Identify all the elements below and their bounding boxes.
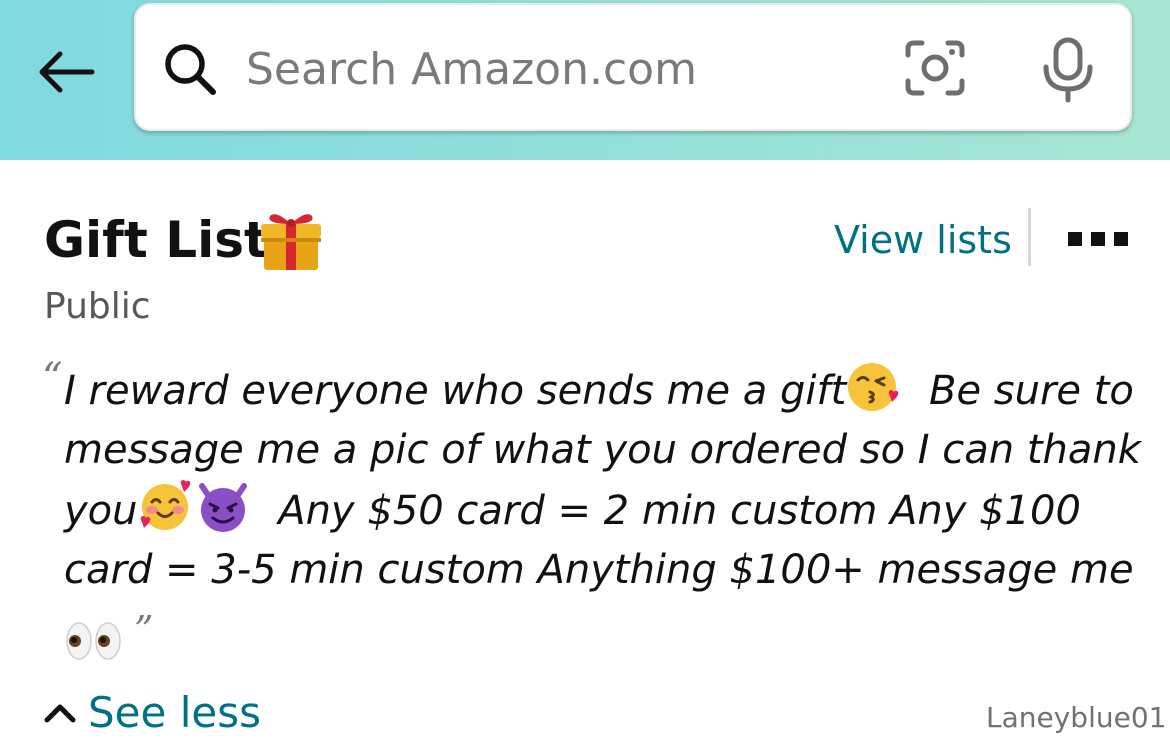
- microphone-icon[interactable]: [1040, 37, 1096, 103]
- description-text: Be sure to: [929, 368, 1134, 414]
- description-line: I reward everyone who sends me a gift Be…: [64, 360, 1154, 420]
- privacy-status: Public: [44, 286, 151, 327]
- description-text: Any $50 card = 2 min custom Any $100: [278, 488, 1081, 534]
- description-line: card = 3-5 min custom Anything $100+ mes…: [64, 540, 1154, 600]
- description-line: message me a pic of what you ordered so …: [64, 420, 1154, 480]
- top-search-bar: [0, 0, 1170, 160]
- smiling-devil-icon: [198, 483, 247, 532]
- smiling-hearts-face-icon: [140, 480, 190, 530]
- search-icon: [165, 44, 216, 95]
- description-text: message me a pic of what you ordered so …: [64, 427, 1141, 473]
- more-options-icon[interactable]: [1068, 224, 1134, 254]
- back-button[interactable]: [30, 40, 102, 104]
- description-line: ”: [64, 600, 1154, 660]
- gift-icon: [261, 214, 321, 270]
- list-owner-name: Laneyblue01: [986, 701, 1167, 734]
- header-divider: [1028, 208, 1031, 266]
- close-quote: ”: [134, 608, 154, 652]
- list-description: I reward everyone who sends me a gift Be…: [64, 360, 1154, 660]
- view-lists-link[interactable]: View lists: [834, 215, 1012, 265]
- camera-scan-icon[interactable]: [904, 39, 966, 97]
- search-box[interactable]: [134, 3, 1132, 131]
- more-dot: [1091, 232, 1105, 246]
- eyes-icon: [66, 622, 121, 660]
- see-less-button[interactable]: See less: [44, 688, 261, 738]
- more-dot: [1114, 232, 1128, 246]
- search-input[interactable]: [246, 33, 866, 105]
- description-text: I reward everyone who sends me a gift: [64, 368, 847, 414]
- kissing-face-icon: [848, 363, 899, 411]
- see-less-label: See less: [88, 688, 261, 737]
- chevron-up-icon: [44, 704, 76, 723]
- description-text: you: [64, 488, 138, 534]
- arrow-left-icon: [39, 51, 95, 93]
- list-title: Gift List: [44, 211, 268, 269]
- description-line: you Any $50 card = 2 min custom Any $100: [64, 480, 1154, 540]
- open-quote: “: [42, 355, 63, 401]
- more-dot: [1068, 232, 1082, 246]
- description-text: card = 3-5 min custom Anything $100+ mes…: [64, 547, 1134, 593]
